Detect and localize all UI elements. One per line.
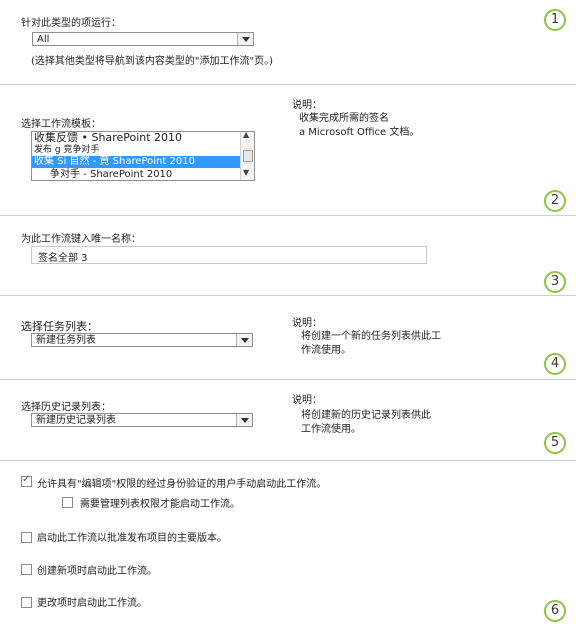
history-desc-line1: 将创建新的历史记录列表供此	[301, 410, 431, 421]
chevron-down-icon[interactable]	[237, 33, 253, 45]
content-type-label: 针对此类型的项运行：	[21, 18, 121, 29]
section-content-type: 针对此类型的项运行： All (选择其他类型将导航到该内容类型的"添加工作流"页…	[0, 0, 576, 84]
history-desc-line2: 工作流使用。	[301, 424, 361, 435]
workflow-name-input[interactable]: 签名全部 3	[31, 246, 427, 264]
history-list-select-value: 新建历史记录列表	[36, 415, 116, 426]
section-workflow-template: 选择工作流模板： 收集反馈 • SharePoint 2010 发布 g 竞争对…	[0, 84, 576, 216]
section-history-list: 选择历史记录列表： 新建历史记录列表 说明： 将创建新的历史记录列表供此 工作流…	[0, 379, 576, 461]
scroll-thumb[interactable]	[243, 150, 253, 162]
require-manage-list-label: 需要管理列表权限才能启动工作流。	[80, 499, 240, 510]
step-3-badge: 3	[544, 271, 566, 293]
list-item[interactable]: 发布 g 竞争对手	[34, 144, 99, 156]
content-type-select[interactable]: All	[32, 32, 254, 46]
history-desc-title: 说明：	[292, 395, 322, 406]
workflow-name-label: 为此工作流键入唯一名称：	[21, 234, 141, 245]
history-list-select[interactable]: 新建历史记录列表	[31, 413, 253, 427]
scroll-down-icon[interactable]: ▼	[243, 168, 249, 177]
start-on-create-checkbox[interactable]	[21, 564, 32, 575]
section-task-list: 选择任务列表： 新建任务列表 说明： 将创建一个新的任务列表供此工 作流使用。 …	[0, 295, 576, 380]
section-workflow-name: 为此工作流键入唯一名称： 签名全部 3 3	[0, 215, 576, 296]
require-manage-list-checkbox[interactable]	[62, 497, 73, 508]
allow-manual-start-label: 允许具有"编辑项"权限的经过身份验证的用户手动启动此工作流。	[37, 479, 327, 490]
allow-manual-start-checkbox[interactable]	[21, 474, 32, 487]
start-on-create-label: 创建新项时启动此工作流。	[37, 566, 157, 577]
workflow-name-value: 签名全部 3	[38, 253, 88, 264]
start-on-change-label: 更改项时启动此工作流。	[37, 598, 147, 609]
task-list-select[interactable]: 新建任务列表	[31, 333, 253, 347]
step-4-badge: 4	[544, 353, 566, 375]
step-1-badge: 1	[544, 9, 566, 31]
chevron-down-icon[interactable]	[236, 334, 252, 346]
template-desc-line1: 收集完成所需的签名	[299, 113, 389, 124]
template-desc-line2: a Microsoft Office 文档。	[299, 127, 420, 138]
task-desc-line1: 将创建一个新的任务列表供此工	[301, 331, 441, 342]
content-type-note: (选择其他类型将导航到该内容类型的"添加工作流"页。)	[31, 56, 274, 67]
task-list-label: 选择任务列表：	[21, 320, 98, 333]
list-item-selected[interactable]: 收集 Si 自然 - 竟 SharePoint 2010	[32, 156, 243, 168]
step-2-badge: 2	[544, 190, 566, 212]
workflow-template-label: 选择工作流模板：	[21, 119, 101, 130]
history-list-label: 选择历史记录列表：	[21, 402, 111, 413]
section-start-options: 允许具有"编辑项"权限的经过身份验证的用户手动启动此工作流。 需要管理列表权限才…	[0, 460, 576, 630]
step-6-badge: 6	[544, 600, 566, 622]
scroll-up-icon[interactable]: ▲	[243, 132, 249, 139]
chevron-down-icon[interactable]	[236, 414, 252, 426]
task-list-select-value: 新建任务列表	[36, 335, 96, 346]
start-on-change-checkbox[interactable]	[21, 597, 32, 608]
listbox-scrollbar[interactable]: ▲ ▼	[240, 132, 254, 180]
content-type-select-value: All	[37, 34, 50, 45]
list-item[interactable]: 收集反馈 • SharePoint 2010	[34, 132, 182, 144]
step-5-badge: 5	[544, 432, 566, 454]
task-desc-line2: 作流使用。	[301, 345, 351, 356]
workflow-template-listbox[interactable]: 收集反馈 • SharePoint 2010 发布 g 竞争对手 收集 Si 自…	[31, 131, 255, 181]
approve-major-version-checkbox[interactable]	[21, 532, 32, 543]
list-item[interactable]: 争对手 - SharePoint 2010	[50, 169, 172, 180]
approve-major-version-label: 启动此工作流以批准发布项目的主要版本。	[37, 533, 227, 544]
